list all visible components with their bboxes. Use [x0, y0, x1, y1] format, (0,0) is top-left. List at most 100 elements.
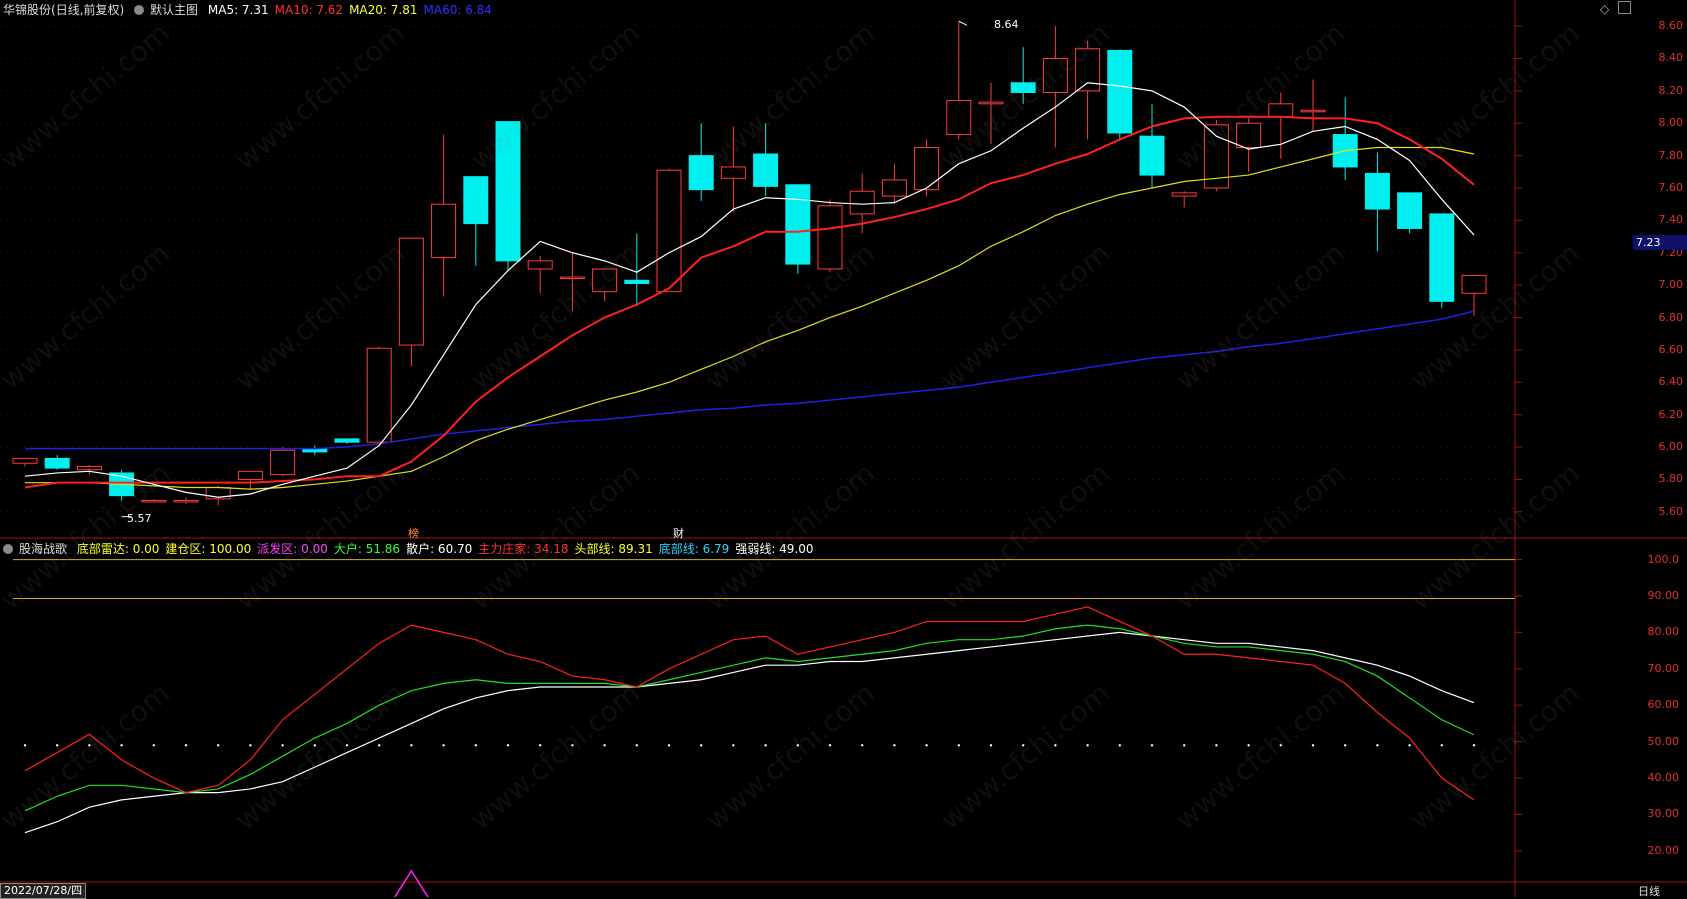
strength-dot: [957, 744, 960, 747]
price-tick-label: 6.80: [1658, 310, 1684, 324]
indicator-tick-label: 60.00: [1647, 698, 1680, 712]
strength-dot: [474, 744, 477, 747]
strength-dot: [1344, 744, 1347, 747]
strength-dot: [1215, 744, 1218, 747]
strength-dot: [1086, 744, 1089, 747]
high-marker: [958, 20, 968, 26]
strength-dot: [152, 744, 155, 747]
strength-dot: [506, 744, 510, 747]
candle-up: [270, 449, 296, 476]
strength-dot: [796, 744, 799, 747]
candle-up: [817, 205, 843, 270]
strength-dot: [1440, 744, 1444, 747]
candle-up: [1268, 103, 1294, 118]
finance-event-tag[interactable]: 财: [673, 525, 684, 541]
strength-dot: [1376, 744, 1379, 747]
strength-dot: [1247, 744, 1250, 747]
rank-event-tag[interactable]: 榜: [408, 525, 419, 541]
indicator-tick-label: 50.00: [1647, 734, 1680, 748]
strength-dot: [378, 744, 381, 747]
price-tick-label: 5.60: [1658, 504, 1684, 518]
price-tick-label: 8.20: [1658, 83, 1684, 97]
kline-chart-canvas[interactable]: [0, 0, 1687, 897]
candle-up: [398, 237, 424, 346]
candle-down: [1107, 49, 1133, 134]
ma-label-1: MA10: 7.62: [274, 3, 344, 17]
strength-dot: [1279, 744, 1283, 747]
strength-dot: [410, 744, 413, 747]
candle-down: [44, 457, 70, 469]
current-price-tag: 7.23: [1633, 235, 1687, 250]
candle-up: [12, 457, 38, 464]
retail-line: [24, 631, 1475, 834]
dropdown-circle-icon[interactable]: [134, 5, 145, 15]
candle-up: [76, 465, 102, 471]
price-tick-label: 5.80: [1658, 472, 1684, 486]
strength-dot: [217, 744, 220, 747]
price-tick-label: 7.80: [1658, 148, 1684, 162]
period-label: (日线,前复权): [51, 3, 125, 17]
strength-dot: [249, 744, 252, 747]
strength-dot: [1183, 744, 1186, 747]
price-tick-label: 8.40: [1658, 51, 1684, 65]
price-tick-label: 7.60: [1658, 181, 1684, 194]
distribution-line: [394, 869, 429, 897]
indicator-value-0: 底部雷达: 0.00: [76, 542, 160, 556]
main-force-line: [24, 606, 1475, 801]
candle-down: [1364, 172, 1390, 210]
strength-dot: [1054, 744, 1057, 747]
strength-dot: [635, 744, 638, 747]
strength-dot: [281, 744, 284, 747]
strength-dot: [989, 744, 993, 747]
candle-up: [366, 347, 392, 443]
indicator-tick-label: 30.00: [1647, 807, 1680, 821]
maximize-icon[interactable]: [1618, 1, 1631, 14]
strength-dot: [732, 744, 735, 747]
diamond-icon[interactable]: ◇: [1600, 2, 1609, 16]
ma-label-0: MA5: 7.31: [207, 3, 269, 17]
stock-name[interactable]: 华锦股份: [3, 3, 51, 17]
indicator-tick-label: 90.00: [1647, 588, 1680, 602]
strength-dot: [442, 744, 445, 747]
candle-up: [978, 101, 1004, 105]
indicator-value-5: 主力庄家: 34.18: [478, 542, 569, 556]
price-tick-label: 6.60: [1658, 342, 1684, 356]
strength-dot: [1311, 744, 1315, 747]
strength-dot: [1150, 744, 1154, 747]
indicator-name[interactable]: 股海战歌: [19, 542, 67, 556]
indicator-value-7: 底部线: 6.79: [658, 542, 730, 556]
indicator-dropdown-circle-icon[interactable]: [3, 544, 13, 554]
candle-down: [1139, 135, 1165, 176]
candle-up: [1236, 122, 1262, 149]
indicator-labels: 底部雷达: 0.00 建仓区: 100.00 派发区: 0.00 大户: 51.86 散…: [77, 542, 820, 556]
indicator-value-6: 头部线: 89.31: [574, 542, 653, 556]
indicator-value-2: 派发区: 0.00: [257, 542, 328, 556]
main-chart-label[interactable]: 默认主图: [150, 3, 198, 17]
candle-up: [881, 179, 907, 197]
strength-dot: [828, 744, 832, 747]
strength-dot: [700, 744, 703, 747]
candle-down: [334, 438, 360, 443]
strength-dot: [88, 744, 91, 747]
strength-dot: [571, 744, 574, 747]
price-tick-label: 7.00: [1658, 278, 1684, 292]
ma20-line: [25, 146, 1475, 490]
candle-up: [559, 276, 585, 280]
candle-down: [1429, 213, 1455, 302]
indicator-value-1: 建仓区: 100.00: [165, 542, 252, 556]
candle-up: [237, 470, 263, 480]
strength-dot: [539, 744, 542, 747]
strength-dot: [184, 744, 188, 747]
candle-down: [1397, 192, 1423, 229]
candle-up: [1171, 192, 1197, 197]
candle-up: [141, 499, 167, 503]
candle-up: [849, 190, 875, 215]
indicator-header: 股海战歌 底部雷达: 0.00 建仓区: 100.00 派发区: 0.00 大户: 5…: [3, 541, 826, 557]
indicator-tick-label: 100.0: [1647, 552, 1680, 566]
strength-dot: [23, 744, 27, 747]
price-tick-label: 6.00: [1658, 440, 1684, 454]
low-price-label: 5.57: [127, 512, 152, 525]
candle-up: [914, 147, 940, 191]
strength-dot: [764, 744, 767, 747]
big-holder-line: [24, 624, 1475, 812]
